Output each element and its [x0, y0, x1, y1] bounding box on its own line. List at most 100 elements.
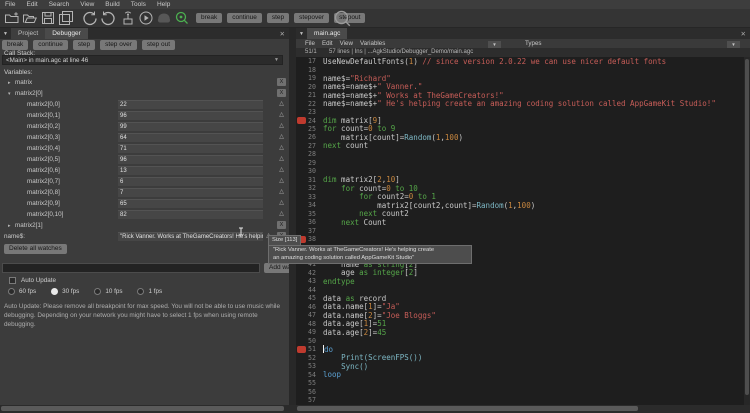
debug-icon[interactable]: [174, 10, 190, 26]
plot-watch-button[interactable]: △: [277, 177, 286, 185]
close-panel-icon[interactable]: ✕: [280, 30, 285, 38]
code-line[interactable]: 43endtype: [296, 277, 744, 285]
code-line[interactable]: 21name$=name$+" Works at TheGameCreators…: [296, 91, 744, 99]
line-number[interactable]: 43: [296, 277, 319, 285]
code-line[interactable]: 37: [296, 226, 744, 234]
fps-radio[interactable]: [8, 288, 15, 295]
variable-value-field[interactable]: 13: [118, 166, 263, 175]
tab-debugger[interactable]: Debugger: [45, 28, 88, 39]
open-project-icon[interactable]: [22, 10, 38, 26]
auto-update-checkbox[interactable]: [9, 277, 16, 284]
plot-watch-button[interactable]: △: [277, 199, 286, 207]
code-line[interactable]: 28: [296, 150, 744, 158]
menu-view[interactable]: View: [80, 0, 94, 9]
code-line[interactable]: 54loop: [296, 370, 744, 378]
code-line-text[interactable]: endtype: [319, 277, 355, 286]
code-line-text[interactable]: UseNewDefaultFonts(1) // since version 2…: [319, 57, 666, 66]
remove-watch-button[interactable]: X: [277, 89, 286, 97]
code-line-text[interactable]: name$=name$+" He's helping create an ama…: [319, 99, 716, 108]
search-icon[interactable]: [333, 9, 352, 28]
menu-edit[interactable]: Edit: [26, 0, 37, 9]
code-line[interactable]: 50: [296, 336, 744, 344]
code-line[interactable]: 56: [296, 387, 744, 395]
plot-watch-button[interactable]: △: [277, 111, 286, 119]
code-line[interactable]: 45data as record: [296, 294, 744, 302]
expand-arrow-icon[interactable]: ▸: [8, 80, 15, 86]
code-line[interactable]: 52 Print(ScreenFPS()): [296, 353, 744, 361]
line-number[interactable]: 35: [296, 210, 319, 218]
line-number[interactable]: 20: [296, 83, 319, 91]
plot-watch-button[interactable]: △: [277, 122, 286, 130]
code-line[interactable]: 47data.name[2]="Joe Bloggs": [296, 311, 744, 319]
code-line[interactable]: 34 matrix2[count2,count]=Random(1,100): [296, 201, 744, 209]
toolbar-step-button[interactable]: step: [267, 13, 289, 23]
line-number[interactable]: 45: [296, 294, 319, 302]
line-number[interactable]: 49: [296, 328, 319, 336]
code-line[interactable]: 18: [296, 65, 744, 73]
code-lines[interactable]: 17UseNewDefaultFonts(1) // since version…: [296, 57, 744, 405]
save-icon[interactable]: [40, 10, 56, 26]
code-line[interactable]: 57: [296, 396, 744, 404]
variable-value-field[interactable]: 71: [118, 144, 263, 153]
code-line[interactable]: 51do: [296, 345, 744, 353]
menu-help[interactable]: Help: [157, 0, 170, 9]
code-line[interactable]: 19name$="Richard": [296, 74, 744, 82]
code-line[interactable]: 27next count: [296, 142, 744, 150]
toolbar-continue-button[interactable]: continue: [227, 13, 262, 23]
line-number[interactable]: 23: [296, 108, 319, 116]
remove-watch-button[interactable]: X: [277, 78, 286, 86]
types-combo-arrow[interactable]: ▼: [727, 41, 740, 48]
code-line[interactable]: 49data.age[2]=45: [296, 328, 744, 336]
fps-radio[interactable]: [94, 288, 101, 295]
new-project-icon[interactable]: [4, 10, 20, 26]
code-line-text[interactable]: data.age[2]=45: [319, 328, 386, 337]
plot-watch-button[interactable]: △: [277, 144, 286, 152]
plot-watch-button[interactable]: △: [277, 100, 286, 108]
code-line-text[interactable]: loop: [319, 370, 341, 379]
code-line[interactable]: 22name$=name$+" He's helping create an a…: [296, 99, 744, 107]
breakpoint-line-number[interactable]: 24: [296, 117, 319, 125]
undo-icon[interactable]: [82, 10, 98, 26]
panel-divider[interactable]: [289, 28, 296, 405]
remove-watch-button[interactable]: X: [277, 221, 286, 229]
plot-watch-button[interactable]: △: [277, 155, 286, 163]
line-number[interactable]: 48: [296, 320, 319, 328]
code-line[interactable]: 17UseNewDefaultFonts(1) // since version…: [296, 57, 744, 65]
line-number[interactable]: 31: [296, 176, 319, 184]
editor-menu-file[interactable]: File: [305, 39, 315, 48]
code-line[interactable]: 24dim matrix[9]: [296, 116, 744, 124]
menu-search[interactable]: Search: [49, 0, 70, 9]
panel-step-out-button[interactable]: step out: [142, 40, 175, 50]
plot-watch-button[interactable]: △: [277, 166, 286, 174]
line-number[interactable]: 21: [296, 91, 319, 99]
close-editor-icon[interactable]: ✕: [741, 30, 746, 38]
code-line[interactable]: 38: [296, 235, 744, 243]
line-number[interactable]: 36: [296, 218, 319, 226]
line-number[interactable]: 55: [296, 379, 319, 387]
save-all-icon[interactable]: [58, 10, 74, 26]
variable-value-field[interactable]: 96: [118, 155, 263, 164]
editor-panel-menu-icon[interactable]: ▼: [296, 31, 307, 37]
line-number[interactable]: 28: [296, 150, 319, 158]
menu-file[interactable]: File: [5, 0, 15, 9]
toolbar-break-button[interactable]: break: [196, 13, 222, 23]
variable-value-field[interactable]: 65: [118, 199, 263, 208]
expand-arrow-icon[interactable]: ▸: [8, 223, 15, 229]
line-number[interactable]: 19: [296, 74, 319, 82]
plot-watch-button[interactable]: △: [277, 133, 286, 141]
code-line[interactable]: 55: [296, 379, 744, 387]
line-number[interactable]: 44: [296, 286, 319, 294]
line-number[interactable]: 22: [296, 100, 319, 108]
fps-radio[interactable]: [137, 288, 144, 295]
code-line-text[interactable]: next Count: [319, 218, 386, 227]
variable-value-field[interactable]: 99: [118, 122, 263, 131]
variable-value-field[interactable]: 7: [118, 188, 263, 197]
editor-menu-view[interactable]: View: [340, 39, 353, 48]
variable-value-field[interactable]: 64: [118, 133, 263, 142]
code-line[interactable]: 31dim matrix2[2,10]: [296, 176, 744, 184]
broadcast-icon[interactable]: [120, 10, 136, 26]
editor-menu-variables[interactable]: Variables: [360, 39, 385, 48]
toolbar-stepover-button[interactable]: stepover: [294, 13, 329, 23]
redo-icon[interactable]: [100, 10, 116, 26]
panel-step-over-button[interactable]: step over: [100, 40, 137, 50]
